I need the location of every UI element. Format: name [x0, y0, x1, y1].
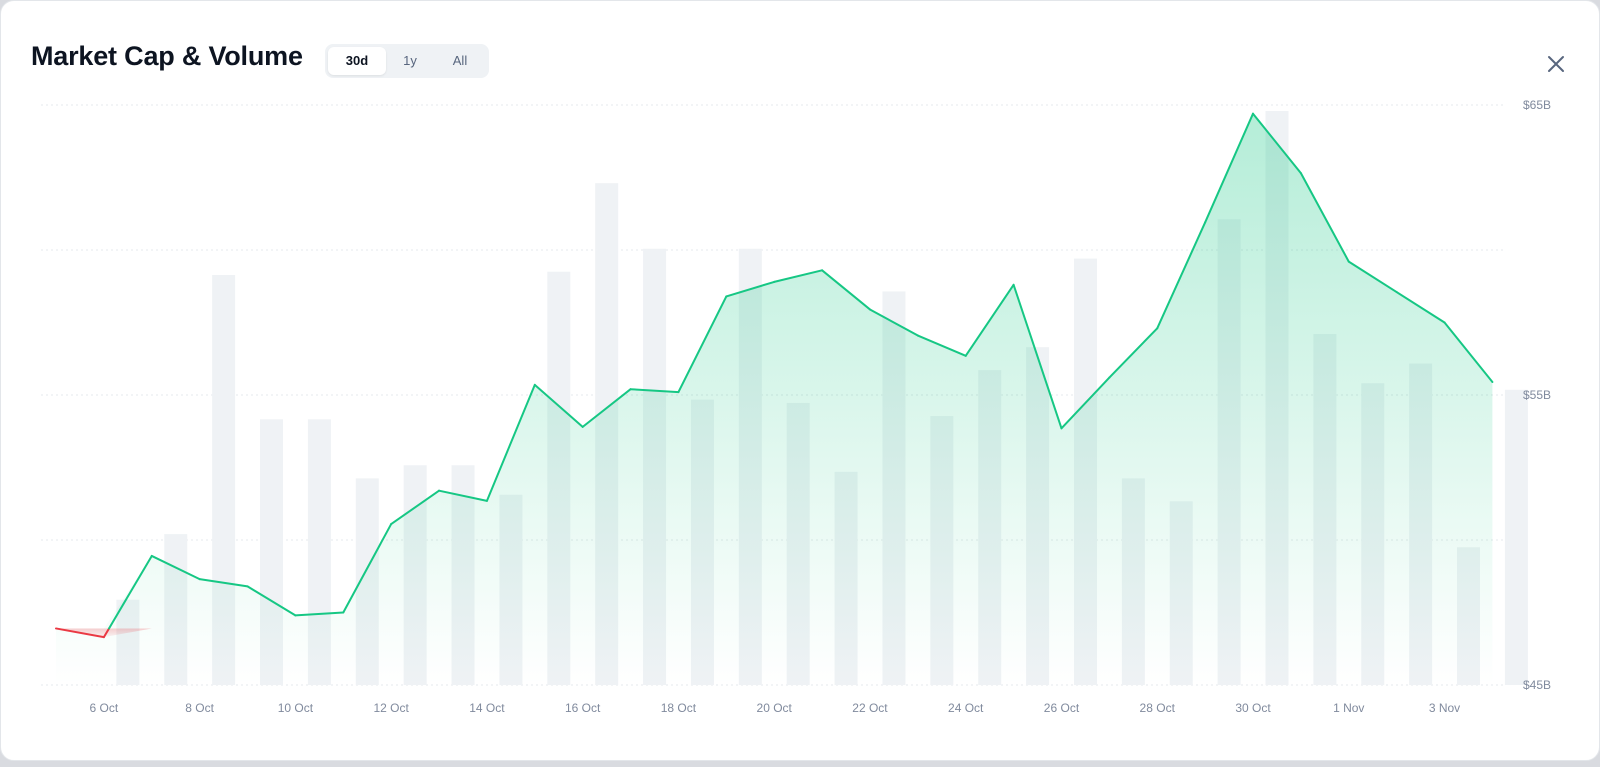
data-point[interactable] — [721, 291, 731, 301]
data-point[interactable] — [1104, 373, 1114, 383]
data-point[interactable] — [290, 610, 300, 620]
x-tick-label: 20 Oct — [757, 701, 793, 715]
data-point[interactable] — [961, 351, 971, 361]
x-tick-label: 3 Nov — [1429, 701, 1460, 715]
volume-bar — [1504, 389, 1528, 685]
data-point[interactable] — [1440, 318, 1450, 328]
x-tick-label: 1 Nov — [1333, 701, 1364, 715]
data-point[interactable] — [1200, 217, 1210, 227]
x-tick-label: 6 Oct — [90, 701, 119, 715]
x-tick-label: 8 Oct — [185, 701, 214, 715]
data-point[interactable] — [243, 581, 253, 591]
y-tick-label: $55B — [1523, 388, 1551, 402]
data-point[interactable] — [626, 384, 636, 394]
data-point[interactable] — [769, 277, 779, 287]
data-point[interactable] — [1009, 280, 1019, 290]
data-point[interactable] — [578, 422, 588, 432]
data-point[interactable] — [482, 496, 492, 506]
x-tick-label: 24 Oct — [948, 701, 984, 715]
data-point[interactable] — [99, 632, 109, 642]
data-point[interactable] — [817, 265, 827, 275]
data-point[interactable] — [865, 304, 875, 314]
data-point[interactable] — [1152, 323, 1162, 333]
data-point[interactable] — [530, 380, 540, 390]
y-tick-label: $45B — [1523, 678, 1551, 692]
x-tick-label: 30 Oct — [1235, 701, 1271, 715]
market-cap-modal: Market Cap & Volume 30d 1y All $45B $55B $… — [0, 0, 1600, 761]
x-tick-label: 12 Oct — [373, 701, 409, 715]
market-cap-chart: $45B $55B $65B 6 Oct 8 Oct 10 Oct 12 Oct 14 Oct… — [41, 98, 1551, 715]
data-point[interactable] — [1344, 257, 1354, 267]
data-point[interactable] — [1056, 423, 1066, 433]
data-point[interactable] — [386, 519, 396, 529]
chart-area: $45B $55B $65B 6 Oct 8 Oct 10 Oct 12 Oct 14 Oct… — [1, 1, 1600, 762]
x-tick-label: 28 Oct — [1140, 701, 1176, 715]
data-point[interactable] — [1392, 287, 1402, 297]
data-point[interactable] — [1296, 168, 1306, 178]
data-point[interactable] — [195, 574, 205, 584]
x-tick-label: 14 Oct — [469, 701, 505, 715]
x-tick-label: 22 Oct — [852, 701, 888, 715]
data-point[interactable] — [1248, 109, 1258, 119]
data-point[interactable] — [338, 608, 348, 618]
data-point[interactable] — [913, 331, 923, 341]
data-point[interactable] — [51, 623, 61, 633]
x-tick-label: 10 Oct — [278, 701, 314, 715]
x-tick-label: 16 Oct — [565, 701, 601, 715]
data-point[interactable] — [147, 551, 157, 561]
x-tick-label: 18 Oct — [661, 701, 697, 715]
x-tick-label: 26 Oct — [1044, 701, 1080, 715]
data-point[interactable] — [1487, 377, 1497, 387]
y-tick-label: $65B — [1523, 98, 1551, 112]
data-point[interactable] — [673, 387, 683, 397]
data-point[interactable] — [434, 486, 444, 496]
